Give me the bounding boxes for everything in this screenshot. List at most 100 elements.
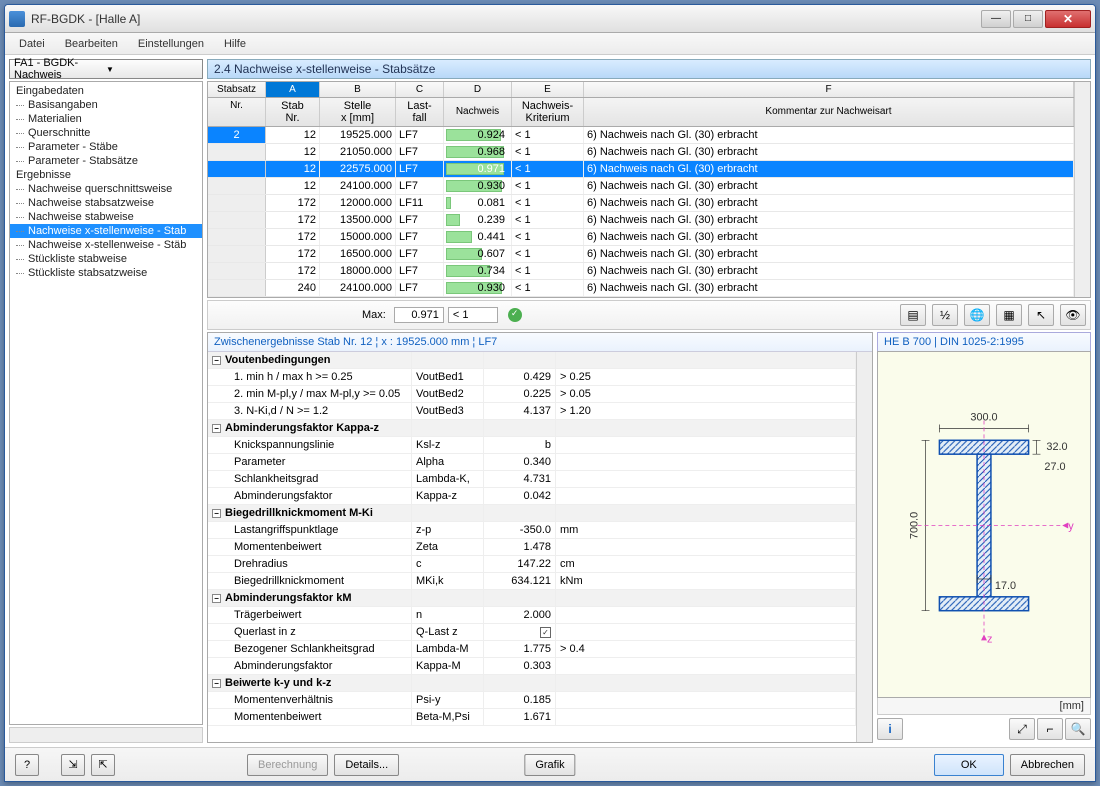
menubar: Datei Bearbeiten Einstellungen Hilfe <box>5 33 1095 55</box>
info-button[interactable]: i <box>877 718 903 740</box>
profile-title: HE B 700 | DIN 1025-2:1995 <box>877 332 1091 351</box>
zoom-button[interactable]: 🔍 <box>1065 718 1091 740</box>
table-body: 21219525.000LF70.924< 16) Nachweis nach … <box>208 127 1074 297</box>
menu-datei[interactable]: Datei <box>11 36 53 52</box>
details-scrollbar[interactable] <box>856 352 872 742</box>
table-row[interactable]: 1222575.000LF70.971< 16) Nachweis nach G… <box>208 161 1074 178</box>
details-group[interactable]: −Biegedrillknickmoment M-Ki <box>208 505 856 522</box>
profile-drawing: 300.0 700.0 32.0 27.0 17.0 y z <box>877 351 1091 698</box>
toolbar-btn-6[interactable]: 👁 <box>1060 304 1086 326</box>
details-row: Querlast in zQ-Last z✓ <box>208 624 856 641</box>
tree-item[interactable]: Basisangaben <box>10 98 202 112</box>
toolbar-btn-4[interactable]: ▦ <box>996 304 1022 326</box>
details-row: AbminderungsfaktorKappa-z0.042 <box>208 488 856 505</box>
col-header-stab[interactable]: Stabsatz <box>208 82 266 97</box>
col-header-a[interactable]: A <box>266 82 320 97</box>
section-title: 2.4 Nachweise x-stellenweise - Stabsätze <box>207 59 1091 79</box>
maximize-button[interactable]: □ <box>1013 10 1043 28</box>
details-row: MomentenbeiwertBeta-M,Psi1.671 <box>208 709 856 726</box>
toolbar-btn-5[interactable]: ↖ <box>1028 304 1054 326</box>
tree-item[interactable]: Querschnitte <box>10 126 202 140</box>
svg-text:32.0: 32.0 <box>1046 441 1067 453</box>
dropdown-value: FA1 - BGDK-Nachweis <box>14 57 106 81</box>
col-header-d[interactable]: D <box>444 82 512 97</box>
main-panel: 2.4 Nachweise x-stellenweise - Stabsätze… <box>207 59 1091 743</box>
profile-unit: [mm] <box>877 698 1091 715</box>
details-row: ParameterAlpha0.340 <box>208 454 856 471</box>
details-row: AbminderungsfaktorKappa-M0.303 <box>208 658 856 675</box>
tree-item[interactable]: Nachweise stabsatzweise <box>10 196 202 210</box>
svg-text:300.0: 300.0 <box>970 411 997 423</box>
col-header-f[interactable]: F <box>584 82 1074 97</box>
details-row: MomentenverhältnisPsi-y0.185 <box>208 692 856 709</box>
col-header-b[interactable]: B <box>320 82 396 97</box>
details-group[interactable]: −Abminderungsfaktor Kappa-z <box>208 420 856 437</box>
details-row: Bezogener SchlankheitsgradLambda-M1.775>… <box>208 641 856 658</box>
details-button[interactable]: Details... <box>334 754 399 776</box>
view-xy-button[interactable]: ⤢ <box>1009 718 1035 740</box>
menu-bearbeiten[interactable]: Bearbeiten <box>57 36 126 52</box>
tree-item[interactable]: Nachweise stabweise <box>10 210 202 224</box>
col-header-c[interactable]: C <box>396 82 444 97</box>
tree-item[interactable]: Nachweise querschnittsweise <box>10 182 202 196</box>
table-scrollbar[interactable] <box>1074 82 1090 297</box>
details-group[interactable]: −Abminderungsfaktor kM <box>208 590 856 607</box>
table-row[interactable]: 24024100.000LF70.930< 16) Nachweis nach … <box>208 280 1074 297</box>
close-button[interactable]: ✕ <box>1045 10 1091 28</box>
table-row[interactable]: 17216500.000LF70.607< 16) Nachweis nach … <box>208 246 1074 263</box>
svg-text:700.0: 700.0 <box>909 512 921 539</box>
tree-item[interactable]: Nachweise x-stellenweise - Stab <box>10 224 202 238</box>
table-row[interactable]: 1224100.000LF70.930< 16) Nachweis nach G… <box>208 178 1074 195</box>
table-row[interactable]: 17218000.000LF70.734< 16) Nachweis nach … <box>208 263 1074 280</box>
col-header-e[interactable]: E <box>512 82 584 97</box>
berechnung-button[interactable]: Berechnung <box>247 754 328 776</box>
loadcase-dropdown[interactable]: FA1 - BGDK-Nachweis ▼ <box>9 59 203 79</box>
sidebar-scrollbar[interactable] <box>9 727 203 743</box>
menu-hilfe[interactable]: Hilfe <box>216 36 254 52</box>
toolbar-btn-3[interactable]: 🌐 <box>964 304 990 326</box>
max-kriterium: < 1 <box>448 307 498 323</box>
toolbar-btn-1[interactable]: ▤ <box>900 304 926 326</box>
help-button[interactable]: ? <box>15 754 39 776</box>
tree-item[interactable]: Stückliste stabweise <box>10 252 202 266</box>
table-row[interactable]: 17213500.000LF70.239< 16) Nachweis nach … <box>208 212 1074 229</box>
details-row: MomentenbeiwertZeta1.478 <box>208 539 856 556</box>
tree-item[interactable]: Parameter - Stäbe <box>10 140 202 154</box>
menu-einstellungen[interactable]: Einstellungen <box>130 36 212 52</box>
export-button[interactable]: ⇱ <box>91 754 115 776</box>
table-row[interactable]: 17215000.000LF70.441< 16) Nachweis nach … <box>208 229 1074 246</box>
tree-item[interactable]: Parameter - Stabsätze <box>10 154 202 168</box>
ok-button[interactable]: OK <box>934 754 1004 776</box>
details-row: Trägerbeiwertn2.000 <box>208 607 856 624</box>
tree-group[interactable]: Ergebnisse <box>10 168 202 182</box>
titlebar: RF-BGDK - [Halle A] — □ ✕ <box>5 5 1095 33</box>
window-title: RF-BGDK - [Halle A] <box>31 12 981 26</box>
details-row: BiegedrillknickmomentMKi,k634.121kNm <box>208 573 856 590</box>
tree-item[interactable]: Nachweise x-stellenweise - Stäb <box>10 238 202 252</box>
svg-text:27.0: 27.0 <box>1044 461 1065 473</box>
col-nr: Nr. <box>208 98 266 126</box>
table-row[interactable]: 1221050.000LF70.968< 16) Nachweis nach G… <box>208 144 1074 161</box>
sidebar: FA1 - BGDK-Nachweis ▼ EingabedatenBasisa… <box>9 59 203 743</box>
table-row[interactable]: 21219525.000LF70.924< 16) Nachweis nach … <box>208 127 1074 144</box>
details-row: Lastangriffspunktlagez-p-350.0mm <box>208 522 856 539</box>
minimize-button[interactable]: — <box>981 10 1011 28</box>
chevron-down-icon: ▼ <box>106 65 198 74</box>
table-row[interactable]: 17212000.000LF110.081< 16) Nachweis nach… <box>208 195 1074 212</box>
main-window: RF-BGDK - [Halle A] — □ ✕ Datei Bearbeit… <box>4 4 1096 782</box>
max-label: Max: <box>362 309 386 321</box>
details-row: Drehradiusc147.22cm <box>208 556 856 573</box>
import-button[interactable]: ⇲ <box>61 754 85 776</box>
nav-tree[interactable]: EingabedatenBasisangabenMaterialienQuers… <box>9 81 203 725</box>
tree-group[interactable]: Eingabedaten <box>10 84 202 98</box>
toolbar-btn-2[interactable]: ½ <box>932 304 958 326</box>
results-table: Stabsatz A B C D E F Nr. StabNr. Stellex… <box>207 81 1091 298</box>
abbrechen-button[interactable]: Abbrechen <box>1010 754 1085 776</box>
tree-item[interactable]: Stückliste stabsatzweise <box>10 266 202 280</box>
details-group[interactable]: −Beiwerte k-y und k-z <box>208 675 856 692</box>
tree-item[interactable]: Materialien <box>10 112 202 126</box>
details-group[interactable]: −Voutenbedingungen <box>208 352 856 369</box>
view-axis-button[interactable]: ⌐ <box>1037 718 1063 740</box>
grafik-button[interactable]: Grafik <box>524 754 575 776</box>
details-panel: Zwischenergebnisse Stab Nr. 12 ¦ x : 195… <box>207 332 873 743</box>
